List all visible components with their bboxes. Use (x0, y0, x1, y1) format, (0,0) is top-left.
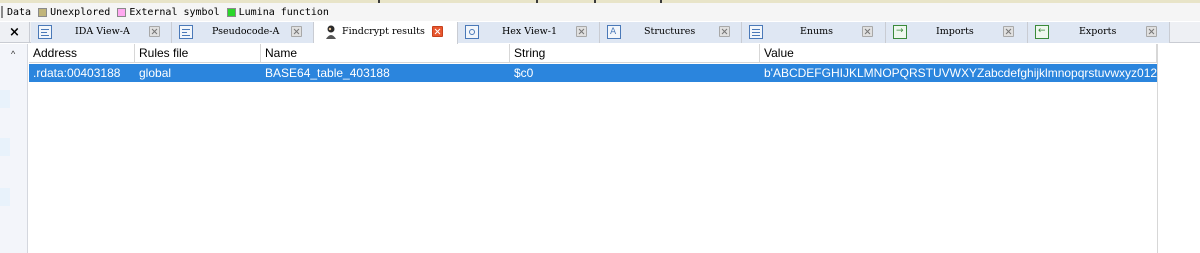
tab-label: Structures (644, 26, 696, 37)
structures-icon: A (607, 25, 621, 39)
table-right-border (1157, 44, 1158, 253)
tab-close-icon[interactable] (576, 26, 587, 37)
tab-close-icon[interactable] (291, 26, 302, 37)
cell-value: b'ABCDEFGHIJKLMNOPQRSTUVWXYZabcdefghijkl… (764, 66, 1157, 80)
legend-label: External symbol (129, 6, 220, 18)
legend-item-unexplored: Unexplored (38, 7, 110, 18)
column-header-value[interactable]: Value (760, 44, 1157, 63)
legend-swatch (226, 7, 236, 17)
tab-imports[interactable]: → Imports (886, 22, 1028, 43)
cell-string: $c0 (514, 66, 534, 80)
tab-enums[interactable]: Enums (742, 22, 886, 43)
tab-ida-view-a[interactable]: IDA View-A (31, 22, 172, 43)
cell-address: .rdata:00403188 (33, 66, 121, 80)
findcrypt-results-table: Address Rules file Name String Value .rd… (29, 44, 1200, 253)
tab-label: Enums (800, 26, 834, 37)
tab-structures[interactable]: A Structures (600, 22, 742, 43)
column-header-name[interactable]: Name (261, 44, 510, 63)
cell-rules-file: global (139, 66, 172, 80)
table-header: Address Rules file Name String Value (29, 44, 1157, 63)
tab-findcrypt-results[interactable]: Findcrypt results (314, 22, 458, 44)
tab-close-icon[interactable] (862, 26, 873, 37)
legend-divider (1, 6, 3, 18)
close-icon: × (9, 25, 20, 40)
margin-block (0, 90, 10, 108)
pseudocode-icon (179, 25, 193, 39)
tab-close-icon[interactable] (719, 26, 730, 37)
legend-swatch (38, 7, 48, 17)
column-header-address[interactable]: Address (29, 44, 135, 63)
legend-swatch (117, 7, 127, 17)
scroll-up-icon[interactable]: ^ (11, 49, 15, 59)
tab-exports[interactable]: ← Exports (1028, 22, 1170, 43)
exports-icon: ← (1035, 25, 1049, 39)
cell-name: BASE64_table_403188 (265, 66, 390, 80)
table-row[interactable]: .rdata:00403188 global BASE64_table_4031… (29, 64, 1157, 82)
tab-pseudocode-a[interactable]: Pseudocode-A (172, 22, 314, 43)
column-header-rules-file[interactable]: Rules file (135, 44, 261, 63)
legend-label: Lumina function (238, 6, 329, 18)
tab-label: Pseudocode-A (212, 26, 280, 37)
disassembly-icon (38, 25, 52, 39)
margin-block (0, 188, 10, 206)
imports-icon: → (893, 25, 907, 39)
tab-bar: × IDA View-A Pseudocode-A Findcrypt resu… (0, 22, 1200, 44)
column-header-string[interactable]: String (510, 44, 760, 63)
legend-item-external-symbol: External symbol (117, 6, 220, 18)
legend-label: Unexplored (50, 6, 111, 18)
left-margin-strip: ^ (0, 44, 28, 253)
close-all-tabs-button[interactable]: × (0, 22, 30, 43)
enums-icon (749, 25, 763, 39)
legend-label: Data (7, 6, 32, 18)
tab-close-icon[interactable] (1146, 26, 1157, 37)
legend-item-data: Data (7, 7, 31, 18)
tab-label: Findcrypt results (342, 26, 425, 37)
findcrypt-icon (325, 25, 337, 39)
tab-close-icon[interactable] (432, 26, 443, 37)
margin-block (0, 138, 10, 156)
legend-item-lumina-function: Lumina function (226, 6, 329, 18)
tab-close-icon[interactable] (149, 26, 160, 37)
tab-label: Hex View-1 (502, 26, 558, 37)
tab-close-icon[interactable] (1003, 26, 1014, 37)
tab-label: Imports (936, 26, 974, 37)
tab-hex-view-1[interactable]: Hex View-1 (458, 22, 600, 43)
navband-legend: Data Unexplored External symbol Lumina f… (0, 3, 1200, 21)
hex-view-icon (465, 25, 479, 39)
tab-label: Exports (1079, 26, 1117, 37)
tab-label: IDA View-A (75, 26, 130, 37)
